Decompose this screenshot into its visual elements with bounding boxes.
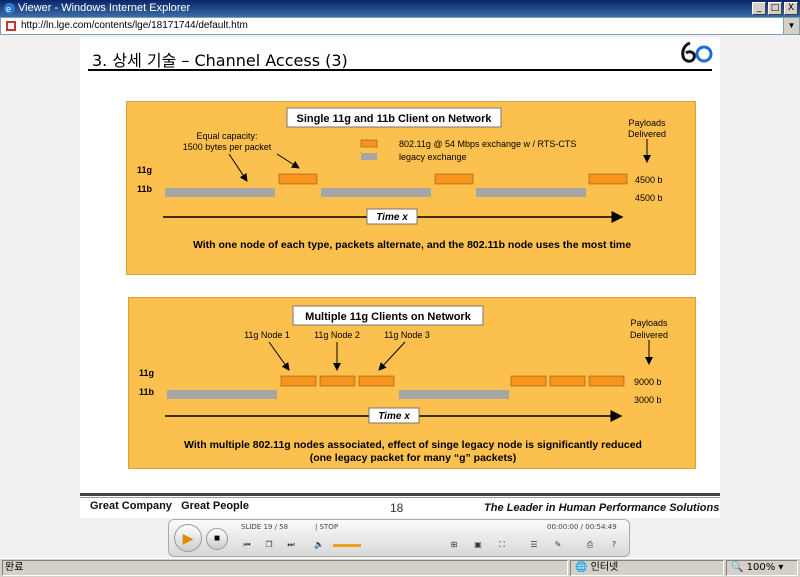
packet-11b (399, 390, 509, 399)
packet-11g (319, 375, 356, 387)
window-titlebar: e Viewer - Windows Internet Explorer _ □… (0, 0, 800, 17)
zone-indicator: 🌐 인터넷 (570, 560, 724, 576)
fullscreen-icon[interactable]: ▣ (469, 538, 487, 552)
slide: 3. 상세 기술 – Channel Access (3) Single 11g… (80, 37, 720, 518)
packet-11b (321, 188, 431, 197)
footer-rule-thin (80, 497, 720, 498)
panel1-payload-11b: 4500 b (635, 193, 663, 203)
stop-button[interactable]: ■ (206, 528, 228, 550)
panel2-heading: Multiple 11g Clients on Network (305, 311, 472, 323)
panel2-payload-11b: 3000 b (634, 395, 662, 405)
panel2-time-label: Time x (378, 411, 410, 422)
zoom-control[interactable]: 🔍 100% ▾ (726, 560, 798, 576)
packet-11g (358, 375, 395, 387)
player-state: | STOP (315, 523, 339, 531)
svg-text:e: e (6, 4, 11, 14)
lg-60-logo-icon (681, 41, 713, 63)
footer-tagline: The Leader in Human Performance Solution… (484, 502, 720, 514)
panel2-payload-11g: 9000 b (634, 377, 662, 387)
packet-11g (588, 173, 628, 185)
footer-rule (80, 493, 720, 496)
panel2-row-11g: 11g (139, 368, 154, 378)
node1-arrow (268, 341, 290, 371)
address-url: http://ln.lge.com/contents/lge/18171744/… (21, 20, 248, 31)
packet-11g (278, 173, 318, 185)
zoom-dropdown-icon[interactable]: ▾ (778, 562, 783, 573)
list-icon[interactable]: ☰ (525, 538, 543, 552)
footer-slogan: Great Company Great People (90, 500, 249, 512)
panel1-caption: With one node of each type, packets alte… (193, 239, 631, 251)
panel1-row-11b: 11b (137, 184, 153, 194)
print-icon[interactable]: ⎙ (581, 538, 599, 552)
ie-icon: e (4, 3, 15, 14)
slide-title: 3. 상세 기술 – Channel Access (3) (92, 51, 348, 70)
maximize-button[interactable]: □ (768, 2, 782, 15)
node3-arrow (378, 341, 406, 371)
panel1-diagram: Single 11g and 11b Client on Network Equ… (137, 107, 666, 251)
prev-slide-icon[interactable]: ⏮ (239, 538, 255, 552)
notes-icon[interactable]: ✎ (549, 538, 567, 552)
window-title: Viewer - Windows Internet Explorer (18, 2, 191, 14)
panel1-heading: Single 11g and 11b Client on Network (297, 113, 493, 125)
volume-slider[interactable] (333, 544, 361, 547)
panel1-payload-label1: Payloads (628, 118, 666, 128)
packet-11g (588, 375, 625, 387)
callout-arrow-1 (228, 153, 248, 182)
help-icon[interactable]: ? (605, 538, 623, 552)
volume-icon[interactable]: 🔈 (311, 538, 327, 552)
packet-11g (510, 375, 547, 387)
diagram-panel-single: Single 11g and 11b Client on Network Equ… (126, 101, 696, 275)
fit-icon[interactable]: ⛶ (493, 538, 511, 552)
packet-11g (549, 375, 586, 387)
panel2-payload-label1: Payloads (630, 318, 668, 328)
panel2-node2-label: 11g Node 2 (314, 330, 360, 340)
packet-11b (167, 390, 277, 399)
address-bar[interactable]: http://ln.lge.com/contents/lge/18171744/… (0, 17, 800, 35)
address-dropdown-icon[interactable]: ▼ (783, 18, 799, 34)
page-number: 18 (390, 501, 404, 515)
legend-gray-swatch (361, 153, 377, 160)
panel2-caption2: (one legacy packet for many “g” packets) (310, 452, 517, 464)
page-icon (6, 21, 16, 31)
panel2-node3-label: 11g Node 3 (384, 330, 430, 340)
slide-counter: SLIDE 19 / 58 (241, 523, 289, 531)
panel1-time-label: Time x (376, 212, 408, 223)
browser-viewport: 3. 상세 기술 – Channel Access (3) Single 11g… (0, 35, 800, 558)
next-slide-icon[interactable]: ⏭ (283, 538, 299, 552)
panel2-diagram: Multiple 11g Clients on Network 11g Node… (139, 305, 668, 464)
legend-gray-label: legacy exchange (399, 152, 467, 162)
zoom-level: 100% (746, 562, 776, 573)
callout-arrow-2 (276, 153, 300, 169)
title-rule (88, 69, 712, 71)
close-button[interactable]: X (784, 2, 798, 15)
panel1-payload-11g: 4500 b (635, 175, 663, 185)
packet-11g (434, 173, 474, 185)
minimize-button[interactable]: _ (752, 2, 766, 15)
status-bar: 완료 🌐 인터넷 🔍 100% ▾ (0, 558, 800, 577)
player-time: 00:00:00 / 00:54:49 (547, 523, 617, 531)
zoom-icon: 🔍 (731, 562, 744, 573)
media-player-bar: ▶ ■ SLIDE 19 / 58 | STOP 00:00:00 / 00:5… (168, 519, 630, 557)
panel1-payload-label2: Delivered (628, 129, 666, 139)
packet-11g (280, 375, 317, 387)
panel2-row-11b: 11b (139, 387, 155, 397)
globe-icon: 🌐 (575, 562, 588, 573)
panel2-node1-label: 11g Node 1 (244, 330, 290, 340)
panel2-payload-label2: Delivered (630, 330, 668, 340)
diagram-panel-multiple: Multiple 11g Clients on Network 11g Node… (128, 297, 696, 469)
status-text: 완료 (2, 560, 568, 576)
outline-icon[interactable]: ⊞ (445, 538, 463, 552)
pages-icon[interactable]: ❐ (261, 538, 277, 552)
zone-label: 인터넷 (590, 562, 619, 573)
panel1-row-11g: 11g (137, 165, 152, 175)
legend-orange-label: 802.11g @ 54 Mbps exchange w / RTS-CTS (399, 139, 576, 149)
play-button[interactable]: ▶ (174, 524, 202, 552)
panel1-callout: Equal capacity: (196, 131, 257, 141)
panel2-caption1: With multiple 802.11g nodes associated, … (184, 439, 642, 451)
legend-orange-swatch (360, 139, 378, 148)
panel1-callout2: 1500 bytes per packet (183, 142, 272, 152)
packet-11b (165, 188, 275, 197)
packet-11b (476, 188, 586, 197)
